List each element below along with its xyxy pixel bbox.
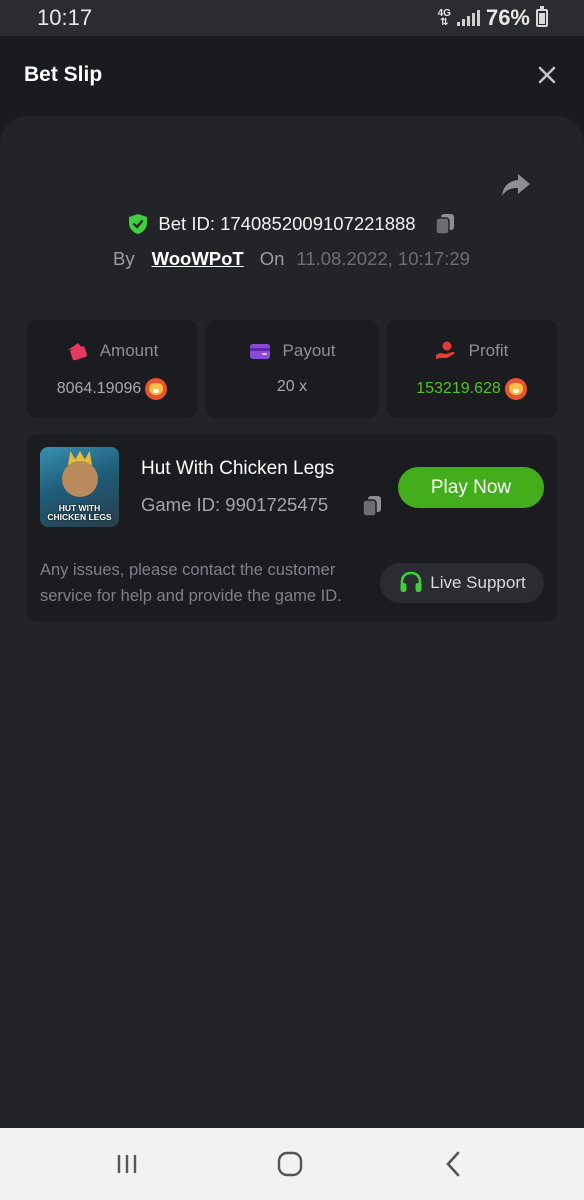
shib-coin-icon — [504, 378, 527, 400]
by-label: By — [113, 248, 135, 269]
amount-value-row: 8064.19096 — [27, 378, 197, 400]
recent-apps-icon — [117, 1155, 137, 1173]
card-icon — [249, 344, 270, 359]
payout-header: Payout — [206, 340, 378, 362]
headset-icon — [400, 571, 422, 592]
system-nav-bar — [0, 1128, 584, 1200]
game-card: HUT WITH CHICKEN LEGS Hut With Chicken L… — [27, 434, 557, 622]
page-title: Bet Slip — [24, 63, 103, 86]
amount-header: Amount — [27, 340, 197, 362]
network-label: 4G — [437, 8, 451, 19]
bet-id-row: Bet ID: 1740852009107221888 — [0, 212, 584, 236]
game-title: Hut With Chicken Legs — [141, 458, 335, 479]
copy-bet-id-icon[interactable] — [434, 212, 456, 236]
profit-label: Profit — [468, 341, 509, 360]
battery-icon — [536, 6, 548, 27]
status-time: 10:17 — [37, 5, 93, 30]
bet-id: Bet ID: 1740852009107221888 — [158, 213, 416, 234]
live-support-label: Live Support — [430, 573, 526, 592]
game-id: Game ID: 9901725475 — [141, 494, 329, 515]
live-support-button[interactable]: Live Support — [380, 563, 544, 603]
battery-percent: 76% — [485, 5, 530, 30]
payout-value-row: 20 x — [206, 378, 378, 396]
close-icon[interactable] — [536, 64, 558, 86]
shield-check-icon — [129, 214, 148, 234]
profit-card: Profit 153219.628 — [386, 320, 557, 418]
home-button[interactable] — [276, 1150, 304, 1178]
payout-label: Payout — [282, 341, 336, 360]
hand-coin-icon — [435, 341, 455, 359]
profit-value-row: 153219.628 — [386, 378, 557, 400]
shib-coin-icon — [145, 378, 168, 400]
on-label: On — [259, 248, 285, 269]
recent-apps-button[interactable] — [114, 1150, 140, 1178]
network-type: 4G ⇅ — [437, 8, 451, 28]
amount-card: Amount 8064.19096 — [27, 320, 197, 418]
wallet-icon — [67, 343, 87, 361]
payout-card: Payout 20 x — [206, 320, 378, 418]
play-now-button[interactable]: Play Now — [398, 467, 544, 508]
support-hint-text: Any issues, please contact the customer … — [40, 561, 342, 605]
status-indicators: 4G ⇅ 76% — [438, 5, 548, 31]
share-icon[interactable] — [500, 171, 532, 199]
amount-value: 8064.19096 — [56, 380, 142, 397]
signal-icon — [456, 10, 480, 26]
bet-meta-row: By WooWPoT On 11.08.2022, 10:17:29 — [113, 248, 470, 270]
user-link[interactable]: WooWPoT — [152, 248, 244, 270]
status-bar: 10:17 4G ⇅ 76% — [0, 0, 584, 36]
bet-date: 11.08.2022, 10:17:29 — [296, 248, 470, 269]
home-icon — [277, 1151, 303, 1177]
thumbnail-title: HUT WITH CHICKEN LEGS — [47, 503, 112, 522]
copy-game-id-icon[interactable] — [361, 494, 383, 518]
character-graphic — [62, 461, 98, 497]
profit-header: Profit — [386, 340, 557, 362]
payout-value: 20 x — [276, 378, 308, 395]
back-button[interactable] — [443, 1150, 463, 1178]
amount-label: Amount — [99, 341, 159, 360]
back-icon — [446, 1151, 460, 1177]
header: Bet Slip — [0, 36, 584, 116]
game-thumbnail[interactable]: HUT WITH CHICKEN LEGS — [40, 447, 119, 527]
profit-value: 153219.628 — [416, 380, 501, 397]
